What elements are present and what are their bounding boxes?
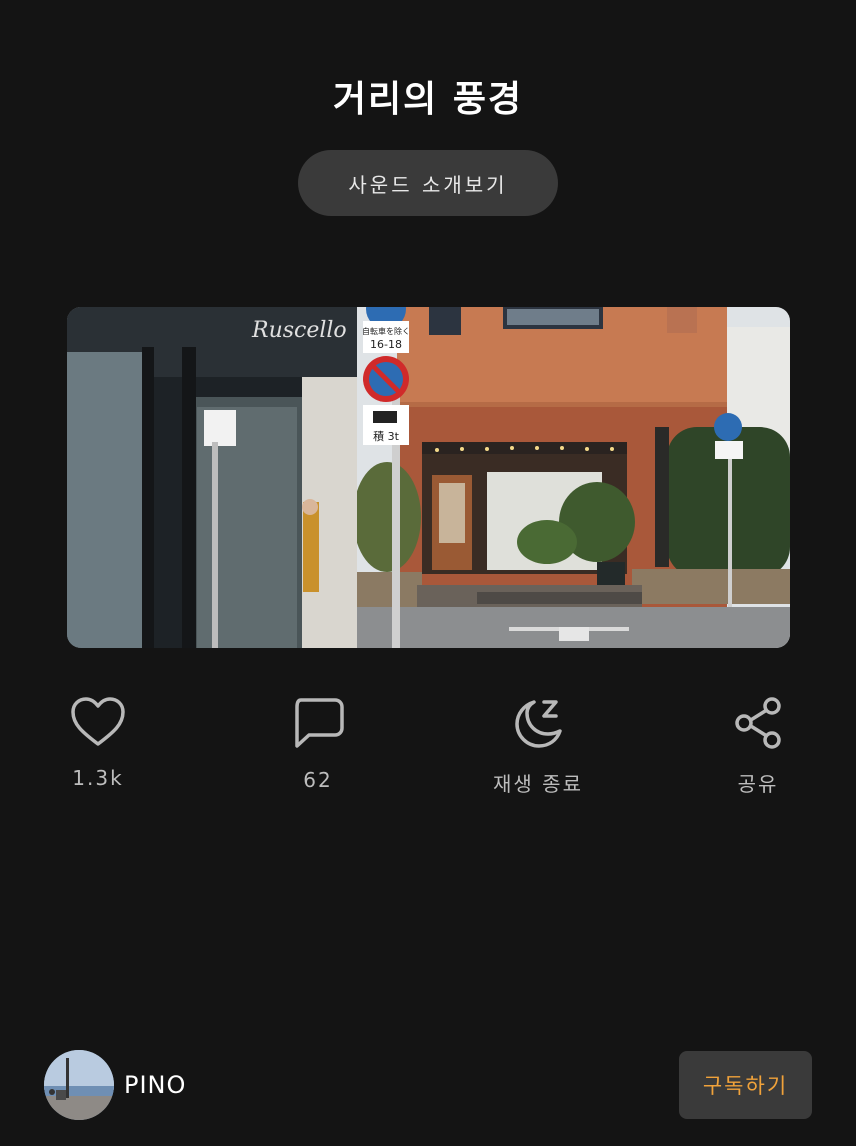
subscribe-button[interactable]: 구독하기 bbox=[679, 1051, 812, 1119]
page-title: 거리의 풍경 bbox=[332, 79, 524, 120]
heart-icon bbox=[71, 697, 125, 746]
sleep-timer-label: 재생 종료 bbox=[493, 772, 583, 796]
sign-text-1: 自転車を除く bbox=[362, 326, 410, 336]
action-bar: 1.3k 62 재생 종료 공유 bbox=[0, 696, 856, 806]
street-photo: 自転車を除く 16-18 積 3t Ruscello bbox=[67, 307, 790, 648]
share-label: 공유 bbox=[737, 772, 779, 796]
sound-intro-button[interactable]: 사운드 소개보기 bbox=[298, 150, 558, 216]
sleep-timer-button[interactable]: 재생 종료 bbox=[468, 696, 608, 797]
like-count: 1.3k bbox=[72, 766, 124, 790]
comment-count: 62 bbox=[303, 768, 333, 792]
shop-sign-text: Ruscello bbox=[251, 318, 347, 343]
sign-text-2: 16-18 bbox=[370, 338, 402, 351]
share-icon bbox=[735, 697, 781, 749]
comment-button[interactable]: 62 bbox=[248, 696, 388, 792]
comment-icon bbox=[295, 698, 344, 748]
username: PINO bbox=[124, 1071, 187, 1099]
share-button[interactable]: 공유 bbox=[688, 696, 828, 797]
creator-profile[interactable]: PINO bbox=[44, 1050, 186, 1120]
sign-text-3: 積 3t bbox=[373, 429, 399, 443]
like-button[interactable]: 1.3k bbox=[28, 696, 168, 790]
avatar[interactable] bbox=[44, 1050, 114, 1120]
sleep-moon-icon bbox=[515, 700, 562, 748]
